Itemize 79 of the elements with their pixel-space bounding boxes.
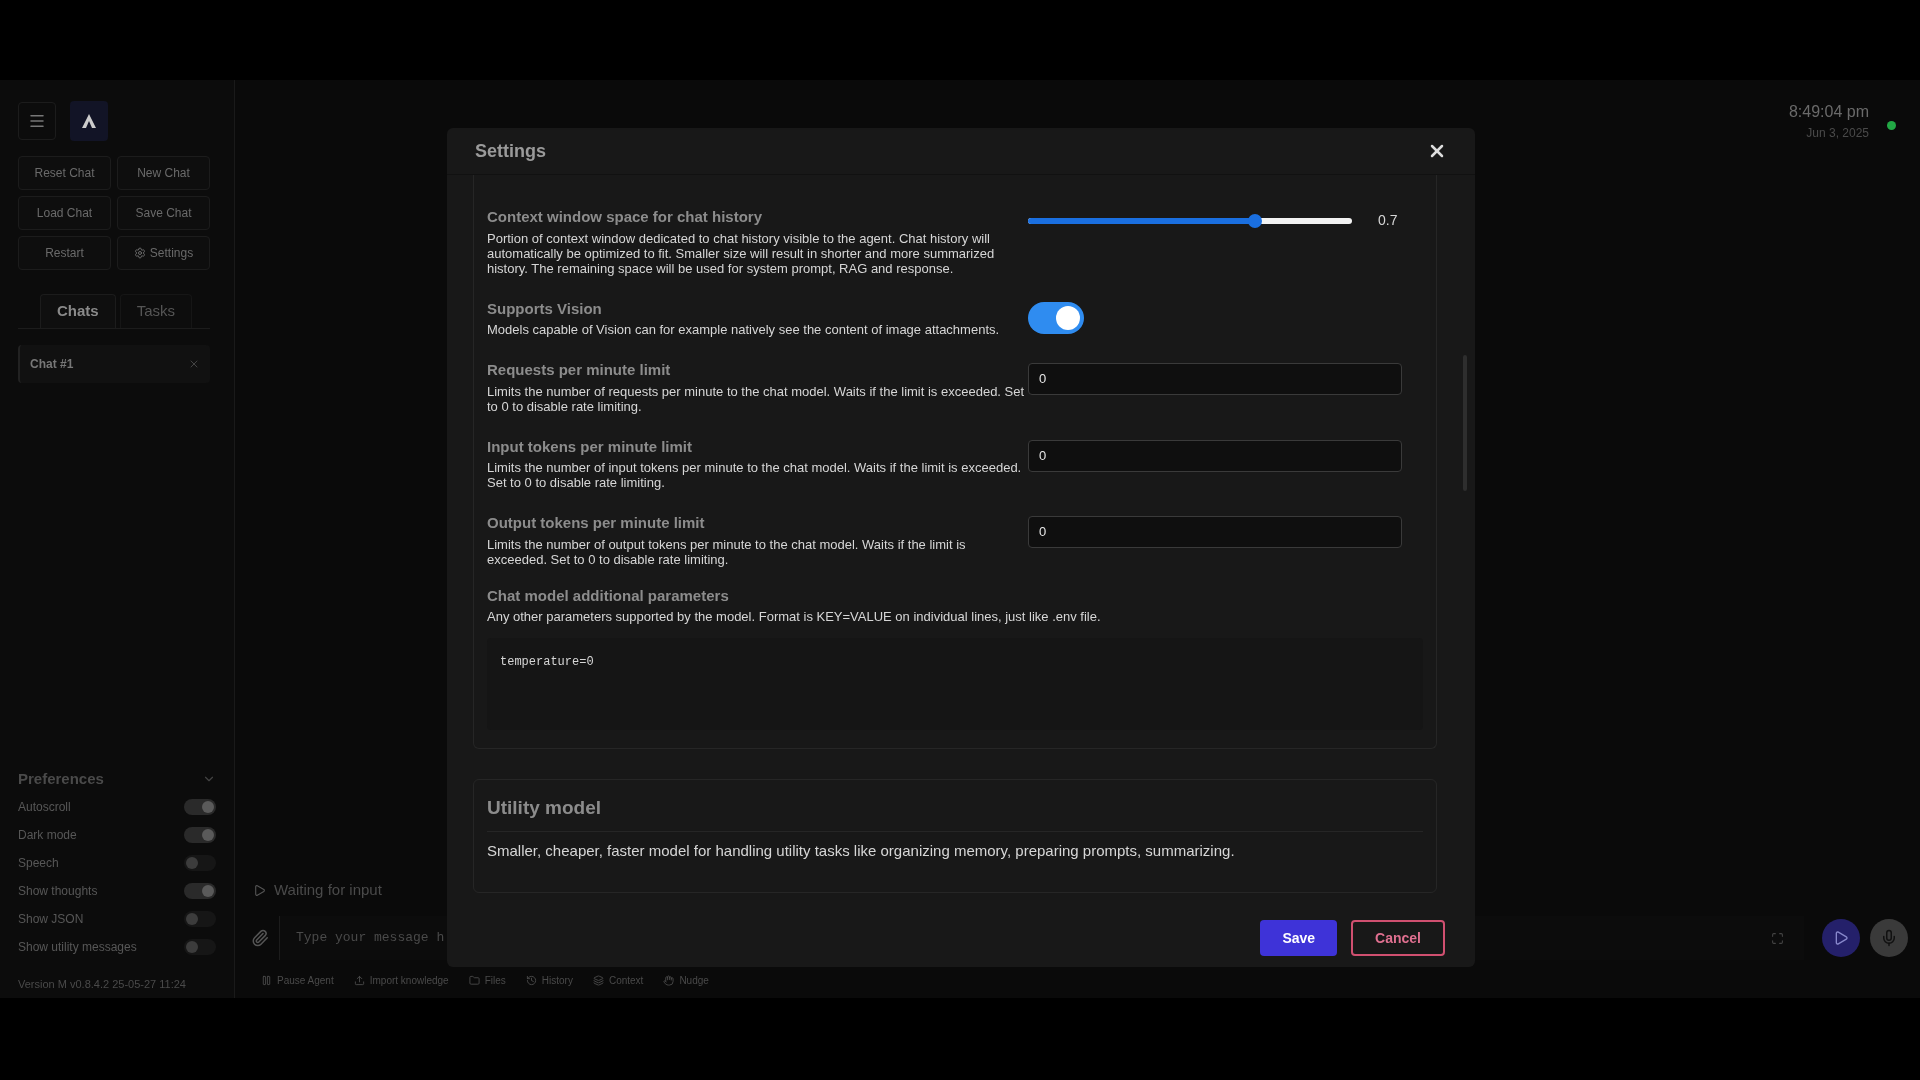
history-icon <box>525 974 537 986</box>
sidebar-button[interactable]: Restart <box>18 236 111 270</box>
toolbar-button[interactable]: Pause Agent <box>261 972 334 988</box>
input-value: 0 <box>1039 446 1047 465</box>
preference-label: Dark mode <box>18 827 77 844</box>
version-text: Version M v0.8.4.2 25-05-27 11:24 <box>18 976 187 992</box>
number-input[interactable]: 0 <box>1028 516 1403 548</box>
number-input[interactable]: 0 <box>1028 363 1403 395</box>
attach-icon[interactable] <box>251 929 269 947</box>
sidebar-tab[interactable]: Tasks <box>119 294 193 328</box>
slider-value: 0.7 <box>1378 211 1398 230</box>
send-button[interactable] <box>1822 919 1860 957</box>
slider-thumb[interactable] <box>1247 213 1262 228</box>
expand-icon[interactable] <box>1771 931 1784 945</box>
preference-label: Show thoughts <box>18 883 98 900</box>
message-placeholder: Type your message h <box>296 929 445 948</box>
folder-icon <box>468 974 480 986</box>
toolbar-button[interactable]: Files <box>468 972 506 988</box>
menu-icon <box>28 112 46 130</box>
vision-toggle[interactable] <box>1028 301 1085 334</box>
clock-date: Jun 3, 2025 <box>1806 125 1869 142</box>
sidebar-button[interactable]: Save Chat <box>117 196 210 230</box>
setting-label: Requests per minute limit <box>487 360 672 380</box>
preference-label: Speech <box>18 855 59 872</box>
setting-label: Supports Vision <box>487 298 603 319</box>
number-input[interactable]: 0 <box>1028 439 1403 472</box>
setting-description: Limits the number of output tokens per minute to the chat model. Waits if the limit is exceeded. Set to 0 to disable rate limiting. <box>487 536 967 567</box>
sidebar-button[interactable]: Load Chat <box>18 196 111 230</box>
sidebar-button[interactable]: Settings <box>117 236 210 270</box>
textarea-value: temperature=0 <box>500 655 594 669</box>
toggle-switch[interactable] <box>184 855 216 871</box>
preference-label: Show JSON <box>18 911 84 928</box>
send-icon <box>1833 930 1849 946</box>
chat-list-item[interactable]: Chat #1 <box>18 345 210 383</box>
toggle-switch[interactable] <box>184 939 216 955</box>
toolbar-button[interactable]: Context <box>592 972 644 988</box>
toggle-switch[interactable] <box>184 799 216 815</box>
save-button[interactable]: Save <box>1260 920 1338 956</box>
setting-description: Models capable of Vision can for example natively see the content of image attachments. <box>487 322 1001 337</box>
preference-label: Show utility messages <box>18 939 137 956</box>
setting-description: Portion of context window dedicated to chat history visible to the agent. Chat history will automatically be optimized to fit. Smaller size will result in shorter and more summarized history. The remaining space will be used for system prompt, RAG and response. <box>487 230 996 276</box>
setting-description: Any other parameters supported by the model. Format is KEY=VALUE on individual lines, just like .env file. <box>487 609 1102 624</box>
toolbar-button[interactable]: History <box>525 972 573 988</box>
status-icon <box>253 883 266 897</box>
sidebar-button[interactable]: Reset Chat <box>18 156 111 190</box>
layers-icon <box>592 974 604 986</box>
toggle-switch[interactable] <box>184 911 216 927</box>
logo <box>70 101 108 141</box>
preferences-heading: Preferences <box>18 769 104 789</box>
pause-icon <box>261 974 272 986</box>
setting-description: Limits the number of input tokens per minute to the chat model. Waits if the limit is exceeded. Set to 0 to disable rate limiting. <box>487 460 1023 490</box>
upload-icon <box>353 974 365 986</box>
settings-icon <box>133 247 146 259</box>
input-value: 0 <box>1039 523 1047 542</box>
clock-time: 8:49:04 pm <box>1788 102 1869 122</box>
microphone-icon <box>1880 929 1898 947</box>
parameters-textarea[interactable]: temperature=0 <box>487 638 1423 730</box>
preference-label: Autoscroll <box>18 799 71 816</box>
hand-icon <box>663 974 675 986</box>
setting-label: Input tokens per minute limit <box>487 436 693 457</box>
dialog-title: Settings <box>475 139 546 163</box>
toolbar-button[interactable]: Nudge <box>663 972 709 988</box>
sidebar-tab[interactable]: Chats <box>40 294 116 328</box>
menu-button[interactable] <box>18 102 56 140</box>
toggle-switch[interactable] <box>184 827 216 843</box>
chat-title: Chat #1 <box>30 356 74 373</box>
agent-status: Waiting for input <box>274 879 382 900</box>
microphone-button[interactable] <box>1870 919 1908 957</box>
setting-label: Context window space for chat history <box>487 207 764 227</box>
setting-description: Limits the number of requests per minute to the chat model. Waits if the limit is exceeded. Set to 0 to disable rate limiting. <box>487 383 1026 414</box>
sidebar-button[interactable]: New Chat <box>117 156 210 190</box>
setting-label: Output tokens per minute limit <box>487 513 706 533</box>
toggle-switch[interactable] <box>184 883 216 899</box>
input-value: 0 <box>1039 370 1047 389</box>
toolbar-button[interactable]: Import knowledge <box>353 972 449 988</box>
section-description: Smaller, cheaper, faster model for handling utility tasks like organizing memory, preparing prompts, summarizing. <box>487 840 1236 861</box>
section-title: Utility model <box>487 794 1423 832</box>
cancel-button[interactable]: Cancel <box>1351 920 1445 956</box>
setting-label: Chat model additional parameters <box>487 585 730 606</box>
